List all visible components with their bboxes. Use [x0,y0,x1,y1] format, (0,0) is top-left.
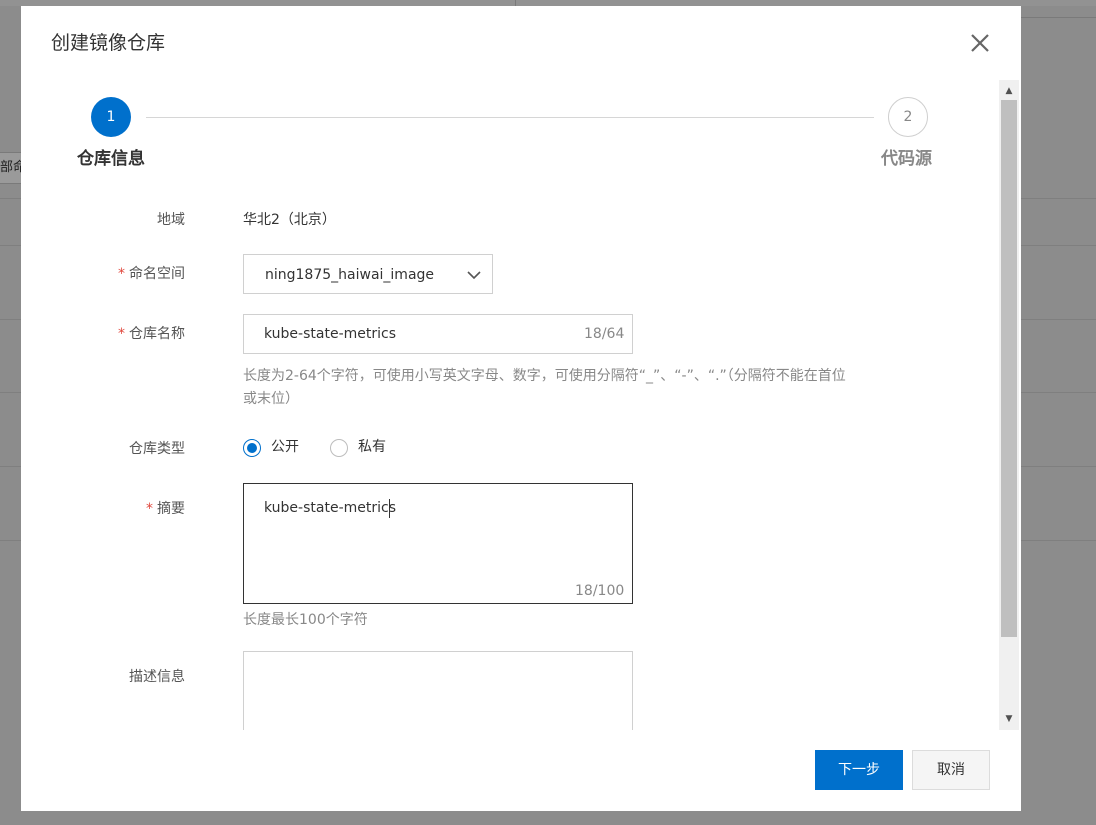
region-label: 地域 [157,212,185,228]
repo-name-field[interactable]: 18/64 [243,314,633,354]
scroll-thumb[interactable] [1001,100,1017,637]
next-step-button[interactable]: 下一步 [815,750,903,790]
radio-public-label[interactable]: 公开 [271,437,299,457]
step-2-label: 代码源 [881,149,932,169]
close-icon [971,34,989,52]
repo-name-input[interactable] [264,324,564,344]
dialog-scrollbar[interactable]: ▲ ▼ [999,80,1019,730]
description-textarea[interactable] [264,666,604,726]
repo-type-label: 仓库类型 [129,441,185,457]
summary-counter: 18/100 [575,583,625,599]
scroll-up-arrow-icon[interactable]: ▲ [999,84,1019,98]
repo-name-counter: 18/64 [584,326,625,342]
dialog-title: 创建镜像仓库 [51,32,166,54]
namespace-label: * 命名空间 [118,266,185,282]
summary-textarea[interactable]: kube-state-metrics [264,498,604,558]
namespace-selected-value: ning1875_haiwai_image [265,267,435,283]
required-mark: * [118,266,125,282]
radio-private-label[interactable]: 私有 [358,437,386,457]
step-2-indicator: 2 [888,97,928,137]
cancel-button[interactable]: 取消 [912,750,990,790]
step-1-label: 仓库信息 [77,149,145,169]
description-field[interactable] [243,651,633,730]
summary-field[interactable]: kube-state-metrics 18/100 [243,483,633,604]
required-mark: * [146,501,153,517]
radio-public[interactable] [243,439,261,457]
radio-private[interactable] [330,439,348,457]
text-caret [389,499,390,518]
required-mark: * [118,326,125,342]
chevron-down-icon [467,271,481,280]
step-1-indicator: 1 [91,97,131,137]
repo-name-label: * 仓库名称 [118,326,185,342]
description-label: 描述信息 [129,669,185,685]
summary-label: * 摘要 [146,501,185,517]
summary-hint: 长度最长100个字符 [243,612,368,628]
close-button[interactable] [965,28,995,58]
namespace-select[interactable]: ning1875_haiwai_image [243,254,493,294]
region-value: 华北2（北京） [243,212,336,228]
dialog-body: 1 2 仓库信息 代码源 地域 华北2（北京） * 命名空间 ning1875_h… [21,80,1021,730]
background-fragment: 部命 [0,152,22,184]
step-connector [146,117,874,118]
scroll-down-arrow-icon[interactable]: ▼ [999,712,1019,726]
repo-name-hint: 长度为2-64个字符，可使用小写英文字母、数字，可使用分隔符“_”、“-”、“.… [243,368,846,407]
create-repo-dialog: 创建镜像仓库 1 2 仓库信息 代码源 地域 华北2（北京） * 命名空间 nin… [21,6,1021,811]
